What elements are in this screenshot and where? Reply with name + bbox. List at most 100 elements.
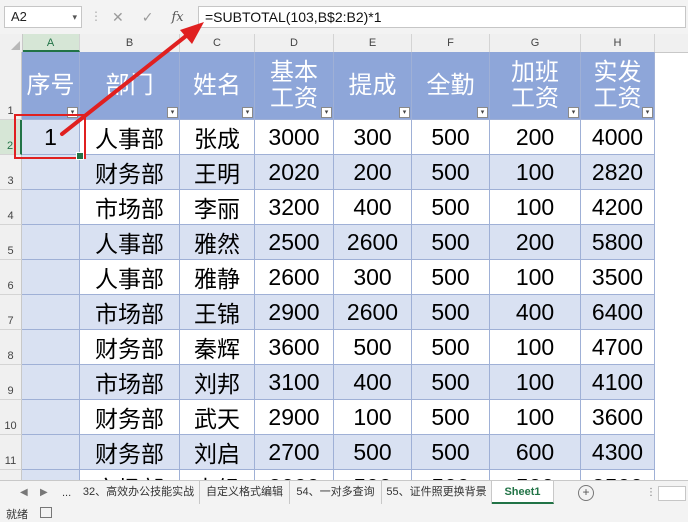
data-cell-f3[interactable]: 500	[412, 155, 490, 190]
data-cell-e3[interactable]: 200	[334, 155, 412, 190]
data-cell-d6[interactable]: 2600	[255, 260, 334, 295]
data-cell-c6[interactable]: 雅静	[180, 260, 255, 295]
filter-dropdown-icon[interactable]: ▾	[167, 107, 178, 118]
data-cell-c9[interactable]: 刘邦	[180, 365, 255, 400]
data-cell-h4[interactable]: 4200	[581, 190, 655, 225]
column-header-f[interactable]: F	[412, 34, 490, 52]
header-cell-c[interactable]: 姓名 ▾	[180, 52, 255, 120]
data-cell-h8[interactable]: 4700	[581, 330, 655, 365]
row-header-11[interactable]: 11	[0, 435, 22, 470]
data-cell-f10[interactable]: 500	[412, 400, 490, 435]
data-cell-g10[interactable]: 100	[490, 400, 581, 435]
sheet-tab-3[interactable]: 54、一对多查询	[290, 481, 382, 504]
filter-dropdown-icon[interactable]: ▾	[642, 107, 653, 118]
data-cell-c7[interactable]: 王锦	[180, 295, 255, 330]
data-cell-e8[interactable]: 500	[334, 330, 412, 365]
data-cell-h9[interactable]: 4100	[581, 365, 655, 400]
data-cell-h2[interactable]: 4000	[581, 120, 655, 155]
cancel-icon[interactable]: ✕	[112, 9, 124, 26]
insert-function-icon[interactable]: fx	[171, 10, 183, 25]
column-header-d[interactable]: D	[255, 34, 334, 52]
formula-input[interactable]: =SUBTOTAL(103,B$2:B2)*1	[198, 6, 686, 28]
tab-nav-next-icon[interactable]: ▶	[40, 481, 48, 505]
data-cell-c8[interactable]: 秦辉	[180, 330, 255, 365]
data-cell-g4[interactable]: 100	[490, 190, 581, 225]
add-sheet-icon[interactable]: +	[578, 485, 594, 501]
data-cell-f9[interactable]: 500	[412, 365, 490, 400]
data-cell-f6[interactable]: 500	[412, 260, 490, 295]
data-cell-d3[interactable]: 2020	[255, 155, 334, 190]
row-header-6[interactable]: 6	[0, 260, 22, 295]
data-cell-d11[interactable]: 2700	[255, 435, 334, 470]
data-cell-d4[interactable]: 3200	[255, 190, 334, 225]
data-cell-a3[interactable]	[22, 155, 80, 190]
macro-record-icon[interactable]	[40, 507, 52, 518]
data-cell-h7[interactable]: 6400	[581, 295, 655, 330]
data-cell-h12[interactable]: 3500	[581, 470, 655, 480]
row-header-12[interactable]: 12	[0, 470, 22, 480]
data-cell-a12[interactable]	[22, 470, 80, 480]
row-header-1[interactable]: 1	[0, 52, 22, 120]
data-cell-h10[interactable]: 3600	[581, 400, 655, 435]
data-cell-c3[interactable]: 王明	[180, 155, 255, 190]
data-cell-b9[interactable]: 市场部	[80, 365, 180, 400]
sheet-tab-1[interactable]: 32、高效办公技能实战	[78, 481, 200, 504]
data-cell-g12[interactable]: 500	[490, 470, 581, 480]
row-header-5[interactable]: 5	[0, 225, 22, 260]
filter-dropdown-icon[interactable]: ▾	[321, 107, 332, 118]
data-cell-d5[interactable]: 2500	[255, 225, 334, 260]
data-cell-f7[interactable]: 500	[412, 295, 490, 330]
data-cell-b6[interactable]: 人事部	[80, 260, 180, 295]
data-cell-b2[interactable]: 人事部	[80, 120, 180, 155]
filter-dropdown-icon[interactable]: ▾	[477, 107, 488, 118]
data-cell-c11[interactable]: 刘启	[180, 435, 255, 470]
data-cell-c5[interactable]: 雅然	[180, 225, 255, 260]
row-header-2[interactable]: 2	[0, 120, 22, 155]
data-cell-f2[interactable]: 500	[412, 120, 490, 155]
data-cell-e2[interactable]: 300	[334, 120, 412, 155]
header-cell-h[interactable]: 实发 工资 ▾	[581, 52, 655, 120]
data-cell-g9[interactable]: 100	[490, 365, 581, 400]
column-header-b[interactable]: B	[80, 34, 180, 52]
fill-handle[interactable]	[76, 152, 84, 160]
data-cell-h11[interactable]: 4300	[581, 435, 655, 470]
data-cell-f4[interactable]: 500	[412, 190, 490, 225]
row-header-9[interactable]: 9	[0, 365, 22, 400]
data-cell-f12[interactable]: 500	[412, 470, 490, 480]
data-cell-c4[interactable]: 李丽	[180, 190, 255, 225]
select-all-corner[interactable]	[0, 34, 23, 52]
data-cell-h3[interactable]: 2820	[581, 155, 655, 190]
data-cell-e4[interactable]: 400	[334, 190, 412, 225]
data-cell-d12[interactable]: 2000	[255, 470, 334, 480]
header-cell-g[interactable]: 加班 工资 ▾	[490, 52, 581, 120]
data-cell-g8[interactable]: 100	[490, 330, 581, 365]
data-cell-e11[interactable]: 500	[334, 435, 412, 470]
data-cell-g3[interactable]: 100	[490, 155, 581, 190]
data-cell-b11[interactable]: 财务部	[80, 435, 180, 470]
data-cell-a11[interactable]	[22, 435, 80, 470]
data-cell-e10[interactable]: 100	[334, 400, 412, 435]
tab-nav-prev-icon[interactable]: ◀	[20, 481, 28, 505]
data-cell-a4[interactable]	[22, 190, 80, 225]
column-header-a[interactable]: A	[22, 34, 80, 52]
data-cell-b4[interactable]: 市场部	[80, 190, 180, 225]
data-cell-e12[interactable]: 500	[334, 470, 412, 480]
data-cell-d10[interactable]: 2900	[255, 400, 334, 435]
data-cell-g2[interactable]: 200	[490, 120, 581, 155]
data-cell-f8[interactable]: 500	[412, 330, 490, 365]
data-cell-a5[interactable]	[22, 225, 80, 260]
data-cell-g5[interactable]: 200	[490, 225, 581, 260]
data-cell-f5[interactable]: 500	[412, 225, 490, 260]
enter-icon[interactable]: ✓	[142, 9, 154, 26]
row-header-10[interactable]: 10	[0, 400, 22, 435]
filter-dropdown-icon[interactable]: ▾	[242, 107, 253, 118]
sheet-tab-2[interactable]: 自定义格式编辑	[200, 481, 290, 504]
sheet-tab-4[interactable]: 55、证件照更换背景	[382, 481, 492, 504]
data-cell-f11[interactable]: 500	[412, 435, 490, 470]
column-header-e[interactable]: E	[334, 34, 412, 52]
data-cell-g7[interactable]: 400	[490, 295, 581, 330]
chevron-down-icon[interactable]: ▾	[72, 7, 77, 27]
data-cell-e7[interactable]: 2600	[334, 295, 412, 330]
header-cell-e[interactable]: 提成 ▾	[334, 52, 412, 120]
data-cell-h6[interactable]: 3500	[581, 260, 655, 295]
